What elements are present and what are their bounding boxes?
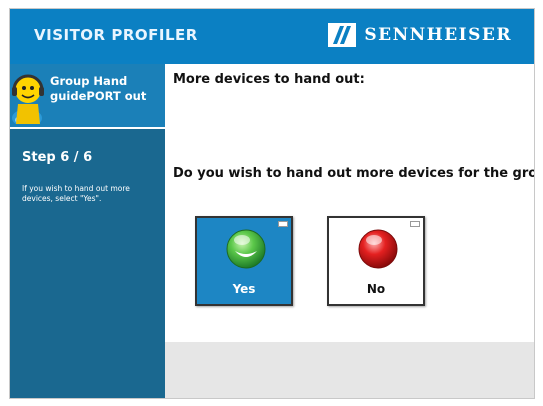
header-bar: VISITOR PROFILER SENNHEISER [10,9,534,64]
question-text: Do you wish to hand out more devices for… [173,166,535,181]
button-corner-mark [278,221,288,227]
section-title: More devices to hand out: [173,72,365,87]
step-indicator: Step 6 / 6 [22,150,93,165]
no-label: No [366,282,386,296]
sidebar: Group Hand guidePORT out Step 6 / 6 If y… [10,64,165,398]
app-title: VISITOR PROFILER [34,26,198,44]
no-button[interactable]: No [327,216,425,306]
footer-bar [165,342,534,398]
brand: SENNHEISER [328,23,512,47]
yes-button[interactable]: Yes [195,216,293,306]
sennheiser-logo-icon [328,23,357,47]
green-smiley-icon [226,229,266,269]
step-hint: If you wish to hand out more devices, se… [22,184,130,203]
button-corner-mark [410,221,420,227]
guide-mascot-icon [12,74,44,124]
app-window: VISITOR PROFILER SENNHEISER Group Hand g… [9,8,535,399]
brand-name: SENNHEISER [364,25,512,45]
red-ball-icon [358,229,398,269]
yes-label: Yes [232,282,256,296]
mode-title: Group Hand guidePORT out [50,74,147,103]
mode-panel: Group Hand guidePORT out [10,64,165,129]
